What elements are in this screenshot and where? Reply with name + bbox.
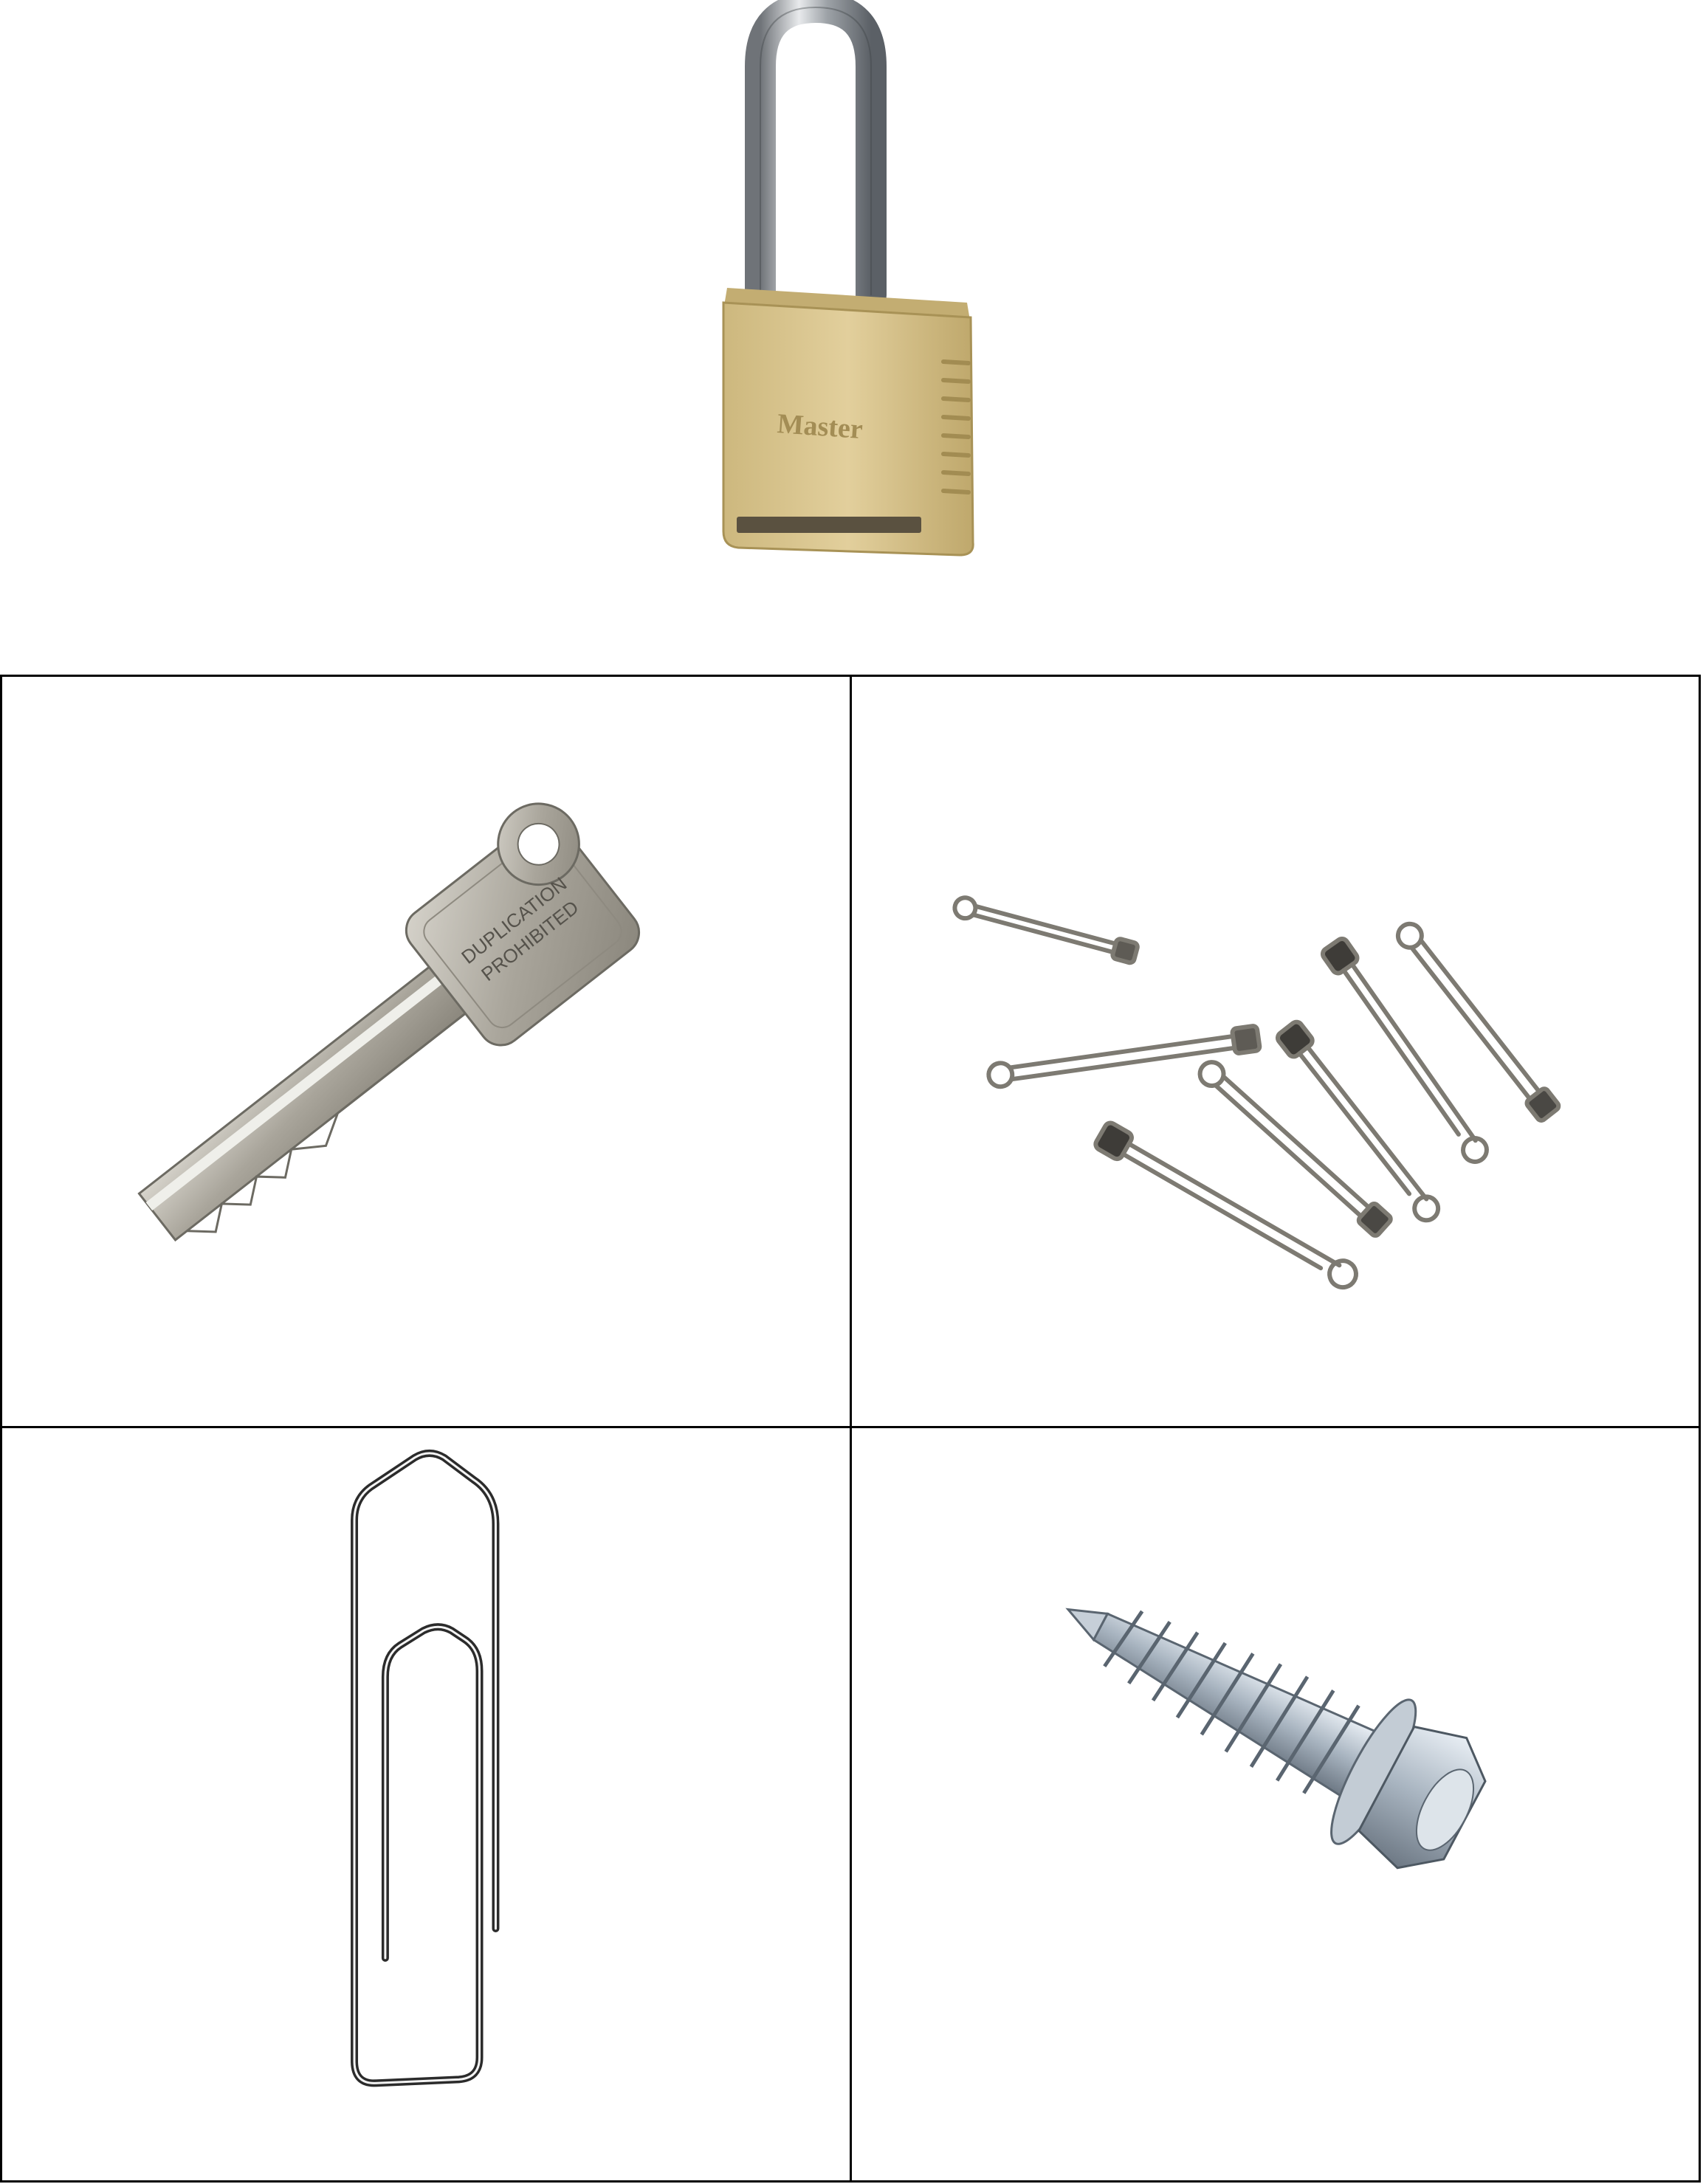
padlock-brand-text: Master xyxy=(776,408,864,445)
screw-cell xyxy=(849,1426,1701,2183)
padlock-image: Master xyxy=(694,0,1004,561)
paperclip-cell xyxy=(0,1426,852,2183)
safety-pins-image xyxy=(952,895,1561,1290)
paperclip-image xyxy=(351,1449,500,2087)
screw-image xyxy=(1064,1608,1487,1870)
key-cell: DUPLICATION PROHIBITED xyxy=(0,675,852,1428)
key-image: DUPLICATION PROHIBITED xyxy=(137,802,641,1242)
image-grid: DUPLICATION PROHIBITED xyxy=(0,675,1701,2183)
safety-pins-cell xyxy=(849,675,1701,1428)
